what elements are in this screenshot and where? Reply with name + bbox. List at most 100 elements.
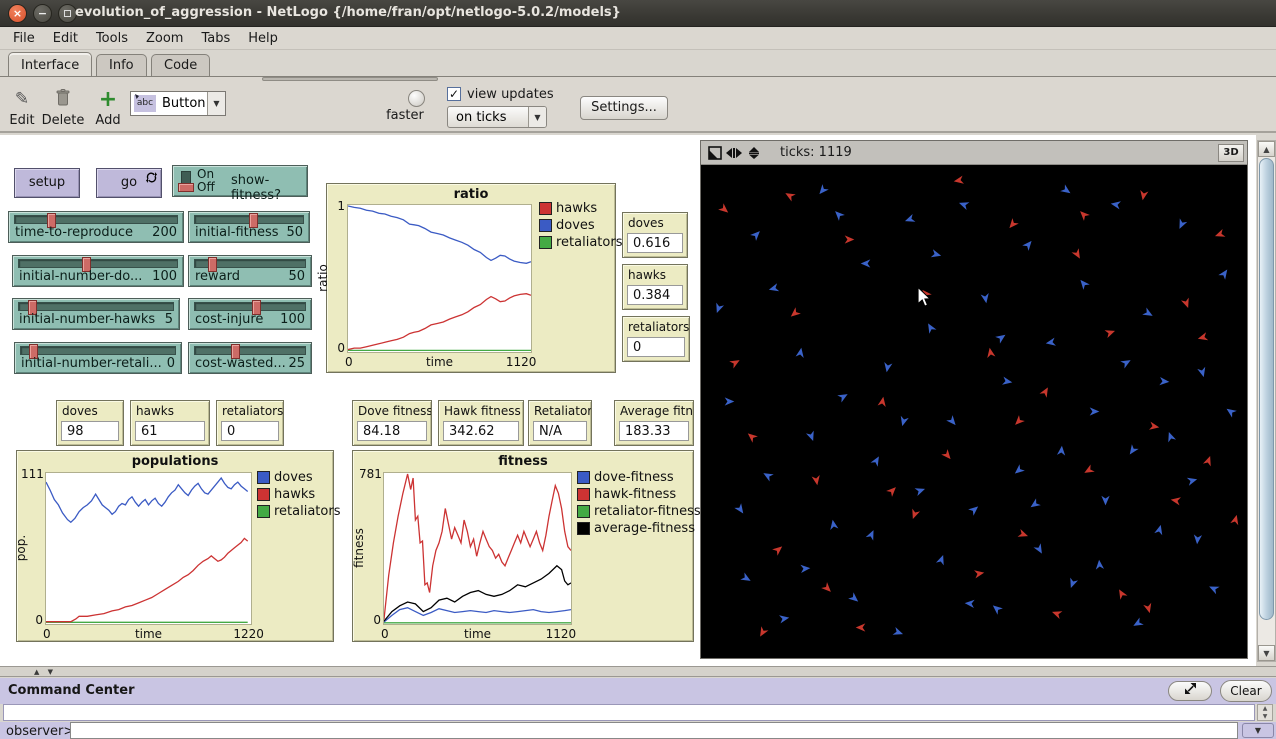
widget-type-dropdown[interactable]: abc Button ▼: [130, 91, 226, 116]
ytick-max: 111: [21, 467, 43, 481]
series-doves: [46, 478, 248, 522]
slider-caption: reward50: [195, 269, 305, 284]
update-mode-dropdown[interactable]: on ticks ▼: [447, 106, 547, 128]
dove-agent: [1174, 217, 1189, 232]
slider-initial-fitness[interactable]: initial-fitness50: [188, 211, 310, 243]
prompt-context-dropdown[interactable]: ▼: [1242, 723, 1274, 738]
dove-agent: [733, 502, 748, 517]
slider-cost-injure[interactable]: cost-injure100: [188, 298, 312, 330]
slider-track[interactable]: [194, 302, 306, 311]
switch-name: show-fitness?: [231, 173, 307, 203]
slider-time-to-reproduce[interactable]: time-to-reproduce200: [8, 211, 184, 243]
switch-handle[interactable]: [178, 183, 194, 192]
monitor-label: Average fitness: [615, 401, 693, 418]
scrollbar-thumb[interactable]: [1259, 158, 1274, 620]
slider-initial-number-retali-[interactable]: initial-number-retali...0: [14, 342, 182, 374]
edit-tool-button[interactable]: ✎ Edit: [6, 89, 38, 128]
pencil-icon: ✎: [6, 89, 38, 113]
world-canvas[interactable]: [702, 165, 1246, 657]
h-resize-icon: [726, 148, 742, 158]
slider-cost-wasted-[interactable]: cost-wasted...25: [188, 342, 312, 374]
setup-button[interactable]: setup: [14, 168, 80, 198]
switch-on-label: On: [197, 167, 214, 181]
scroll-down-icon[interactable]: ▼: [1258, 645, 1275, 661]
observer-prompt: observer>: [0, 723, 78, 739]
dove-agent: [724, 396, 735, 407]
dove-agent: [760, 468, 775, 483]
delete-tool-button[interactable]: Delete: [40, 89, 86, 128]
speed-slider-track[interactable]: [262, 77, 438, 81]
slider-value: 200: [152, 225, 177, 240]
settings-button[interactable]: Settings...: [580, 96, 668, 120]
command-center-expand-button[interactable]: [1168, 681, 1212, 701]
slider-reward[interactable]: reward50: [188, 255, 312, 287]
hawk-agent: [984, 346, 997, 359]
clear-button[interactable]: Clear: [1220, 680, 1272, 702]
slider-initial-number-hawks[interactable]: initial-number-hawks5: [12, 298, 180, 330]
threed-button[interactable]: 3D: [1218, 144, 1244, 162]
view-updates-checkbox[interactable]: ✓: [447, 87, 461, 101]
series-dove-fitness: [384, 608, 571, 622]
monitor-average-fitness: Average fitness183.33: [614, 400, 694, 446]
menu-item-edit[interactable]: Edit: [44, 29, 87, 48]
window-title: evolution_of_aggression - NetLogo {/home…: [75, 5, 621, 20]
slider-caption: cost-injure100: [195, 312, 305, 327]
legend-swatch: [257, 505, 270, 518]
slider-caption: cost-wasted...25: [195, 356, 305, 371]
slider-track[interactable]: [194, 346, 306, 355]
close-button[interactable]: ×: [8, 4, 27, 23]
menu-item-tabs[interactable]: Tabs: [192, 29, 239, 48]
legend-item-hawks: hawks: [539, 201, 597, 216]
legend-label: doves: [274, 470, 313, 485]
slider-label: cost-injure: [195, 312, 263, 327]
minimize-button[interactable]: −: [33, 4, 52, 23]
add-tool-button[interactable]: + Add: [92, 89, 124, 128]
slider-track[interactable]: [194, 259, 306, 268]
monitor-value: 0.616: [627, 233, 683, 253]
menu-item-zoom[interactable]: Zoom: [137, 29, 192, 48]
ytick-max: 1: [323, 199, 345, 213]
hawk-agent: [1148, 420, 1161, 433]
slider-track[interactable]: [18, 302, 174, 311]
plot-title: fitness: [353, 454, 693, 469]
command-center-splitter[interactable]: ▲ ▼: [0, 666, 1276, 677]
menu-item-help[interactable]: Help: [239, 29, 287, 48]
world-resize-icons[interactable]: [708, 146, 762, 160]
command-input[interactable]: [70, 722, 1238, 739]
hawk-agent: [1038, 384, 1053, 399]
slider-track[interactable]: [194, 215, 304, 224]
tab-interface[interactable]: Interface: [8, 52, 92, 77]
scroll-up-icon[interactable]: ▲: [1258, 141, 1275, 157]
legend-label: hawks: [274, 487, 315, 502]
slider-value: 25: [288, 356, 305, 371]
menu-item-file[interactable]: File: [4, 29, 44, 48]
command-center-output[interactable]: [3, 704, 1255, 721]
hawk-agent: [820, 581, 836, 597]
slider-track[interactable]: [18, 259, 178, 268]
series-doves: [348, 206, 531, 263]
go-button[interactable]: go: [96, 168, 162, 198]
world-view[interactable]: ticks: 1119 3D: [700, 140, 1248, 659]
monitor-value: 61: [135, 421, 205, 441]
menu-item-tools[interactable]: Tools: [87, 29, 137, 48]
slider-track[interactable]: [14, 215, 178, 224]
output-scroll-stub[interactable]: ▲▼: [1257, 704, 1273, 721]
dove-agent: [1163, 429, 1177, 443]
tab-info[interactable]: Info: [96, 54, 147, 77]
splitter-collapse-icons[interactable]: ▲ ▼: [34, 668, 56, 676]
slider-initial-number-do-[interactable]: initial-number-do...100: [12, 255, 184, 287]
dove-agent: [979, 292, 992, 305]
legend-label: average-fitness: [594, 521, 695, 536]
monitor-value: 0: [221, 421, 279, 441]
legend-swatch: [577, 471, 590, 484]
vertical-scrollbar[interactable]: ▲ ▼: [1257, 140, 1276, 662]
hawk-agent: [1169, 494, 1182, 507]
hawk-agent: [855, 622, 866, 633]
show-fitness-switch[interactable]: On Off show-fitness?: [172, 165, 308, 197]
monitor-hawks: hawks61: [130, 400, 210, 446]
slider-track[interactable]: [20, 346, 176, 355]
slider-value: 0: [167, 356, 175, 371]
legend-label: retaliators: [274, 504, 340, 519]
speed-slider-handle[interactable]: [408, 90, 425, 107]
tab-code[interactable]: Code: [151, 54, 210, 77]
